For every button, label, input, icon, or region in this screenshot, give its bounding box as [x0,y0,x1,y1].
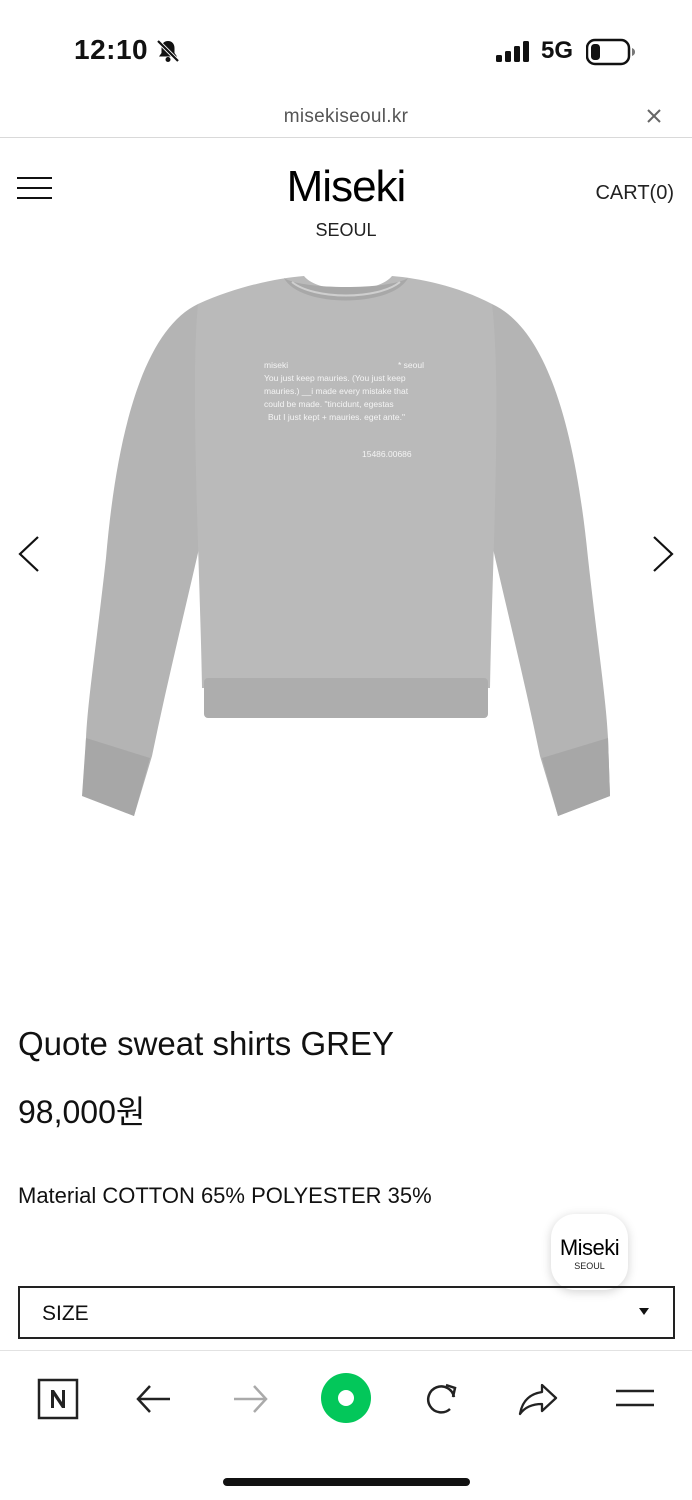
browser-toolbar [0,1350,692,1500]
bell-slash-icon [156,39,180,63]
status-bar: 12:10 5G [0,0,692,100]
network-label: 5G [541,37,574,64]
signal-icon [496,41,529,62]
product-material: Material COTTON 65% POLYESTER 35% [18,1183,432,1208]
floating-logo-button[interactable]: Miseki SEOUL [551,1214,628,1290]
chevron-left-icon[interactable] [16,535,42,573]
logo-sub-text: SEOUL [315,220,377,240]
battery-icon [586,38,635,66]
logo-main-text: Miseki [286,162,407,211]
floating-logo-sub: SEOUL [574,1261,605,1271]
cart-link[interactable]: CART(0) [595,182,674,205]
green-dot-icon[interactable] [320,1372,372,1424]
chevron-right-icon[interactable] [650,535,676,573]
product-title: Quote sweat shirts GREY [18,1025,394,1062]
site-logo[interactable]: Miseki SEOUL [0,162,692,242]
url-text[interactable]: misekiseoul.kr [0,106,692,128]
print-line: mauries.) __i made every mistake that [264,386,409,396]
back-arrow-icon[interactable] [132,1377,176,1421]
naver-n-icon[interactable] [36,1377,80,1421]
status-time: 12:10 [74,34,149,65]
refresh-icon[interactable] [420,1377,464,1421]
product-image: miseki * seoul You just keep mauries. (Y… [82,276,610,816]
size-select[interactable]: SIZE [18,1286,675,1339]
print-line: You just keep mauries. (You just keep [264,373,406,383]
print-line: * seoul [398,360,424,370]
menu-icon[interactable] [612,1377,656,1421]
product-price: 98,000원 [18,1094,146,1130]
floating-logo-main: Miseki [559,1235,620,1260]
home-indicator [223,1478,470,1486]
print-line: 15486.00686 [362,449,412,459]
forward-arrow-icon[interactable] [228,1377,272,1421]
url-bar[interactable]: misekiseoul.kr [0,100,692,138]
print-line: miseki [264,360,288,370]
share-icon[interactable] [516,1377,560,1421]
caret-down-icon [639,1308,649,1315]
print-line: could be made. "tincidunt, egestas [264,399,394,409]
close-icon[interactable] [642,104,666,128]
size-select-label: SIZE [42,1302,89,1325]
print-line: But I just kept + mauries. eget ante." [268,412,405,422]
